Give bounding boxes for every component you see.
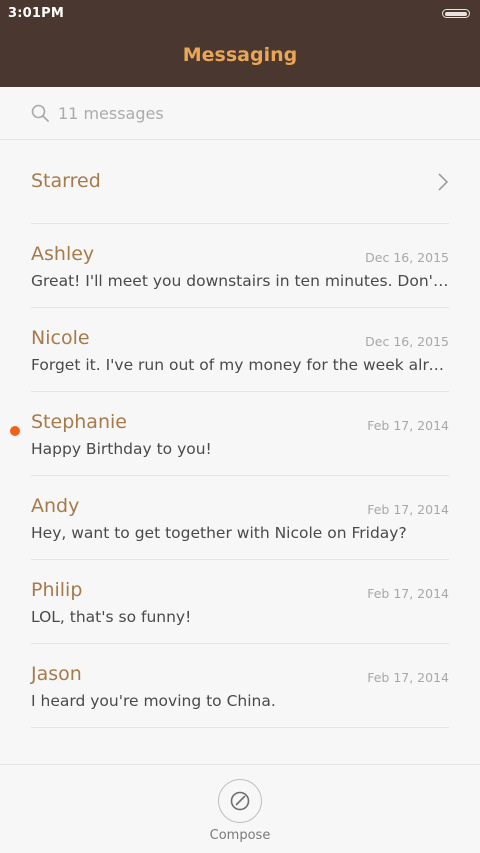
bottom-toolbar: Compose: [0, 764, 480, 853]
contact-name: Jason: [31, 663, 82, 685]
list-item[interactable]: Andy Feb 17, 2014 Hey, want to get toget…: [31, 476, 449, 560]
app-header: 3:01PM Messaging: [0, 0, 480, 87]
chevron-right-icon: [438, 173, 449, 191]
contact-name: Nicole: [31, 327, 90, 349]
message-list: Ashley Dec 16, 2015 Great! I'll meet you…: [10, 224, 449, 728]
message-preview: Great! I'll meet you downstairs in ten m…: [31, 272, 449, 290]
list-item[interactable]: Philip Feb 17, 2014 LOL, that's so funny…: [31, 560, 449, 644]
message-date: Dec 16, 2015: [365, 334, 449, 349]
message-preview: Hey, want to get together with Nicole on…: [31, 524, 407, 542]
list-item[interactable]: Ashley Dec 16, 2015 Great! I'll meet you…: [31, 224, 449, 308]
list-item[interactable]: Jason Feb 17, 2014 I heard you're moving…: [31, 644, 449, 728]
message-preview: Happy Birthday to you!: [31, 440, 212, 458]
search-input[interactable]: 11 messages: [58, 104, 164, 123]
message-preview: LOL, that's so funny!: [31, 608, 192, 626]
contact-name: Stephanie: [31, 411, 127, 433]
compose-label: Compose: [209, 828, 271, 843]
battery-icon: [442, 9, 470, 18]
message-preview: Forget it. I've run out of my money for …: [31, 356, 449, 374]
message-date: Feb 17, 2014: [367, 670, 449, 685]
message-date: Feb 17, 2014: [367, 586, 449, 601]
page-title: Messaging: [182, 44, 298, 66]
status-time: 3:01PM: [8, 6, 64, 21]
contact-name: Ashley: [31, 243, 95, 265]
compose-icon: [230, 791, 250, 811]
search-icon: [31, 104, 49, 122]
unread-indicator: [10, 426, 20, 436]
compose-button[interactable]: [218, 779, 262, 823]
search-bar[interactable]: 11 messages: [0, 87, 480, 140]
list-item[interactable]: Stephanie Feb 17, 2014 Happy Birthday to…: [10, 392, 449, 476]
contact-name: Philip: [31, 579, 83, 601]
message-date: Feb 17, 2014: [367, 502, 449, 517]
message-date: Dec 16, 2015: [365, 250, 449, 265]
starred-folder[interactable]: Starred: [31, 140, 449, 224]
messaging-screen: 3:01PM Messaging 11 messages Starred Ash…: [0, 0, 480, 853]
message-preview: I heard you're moving to China.: [31, 692, 276, 710]
starred-label: Starred: [31, 170, 101, 192]
message-date: Feb 17, 2014: [367, 418, 449, 433]
contact-name: Andy: [31, 495, 80, 517]
list-item[interactable]: Nicole Dec 16, 2015 Forget it. I've run …: [31, 308, 449, 392]
